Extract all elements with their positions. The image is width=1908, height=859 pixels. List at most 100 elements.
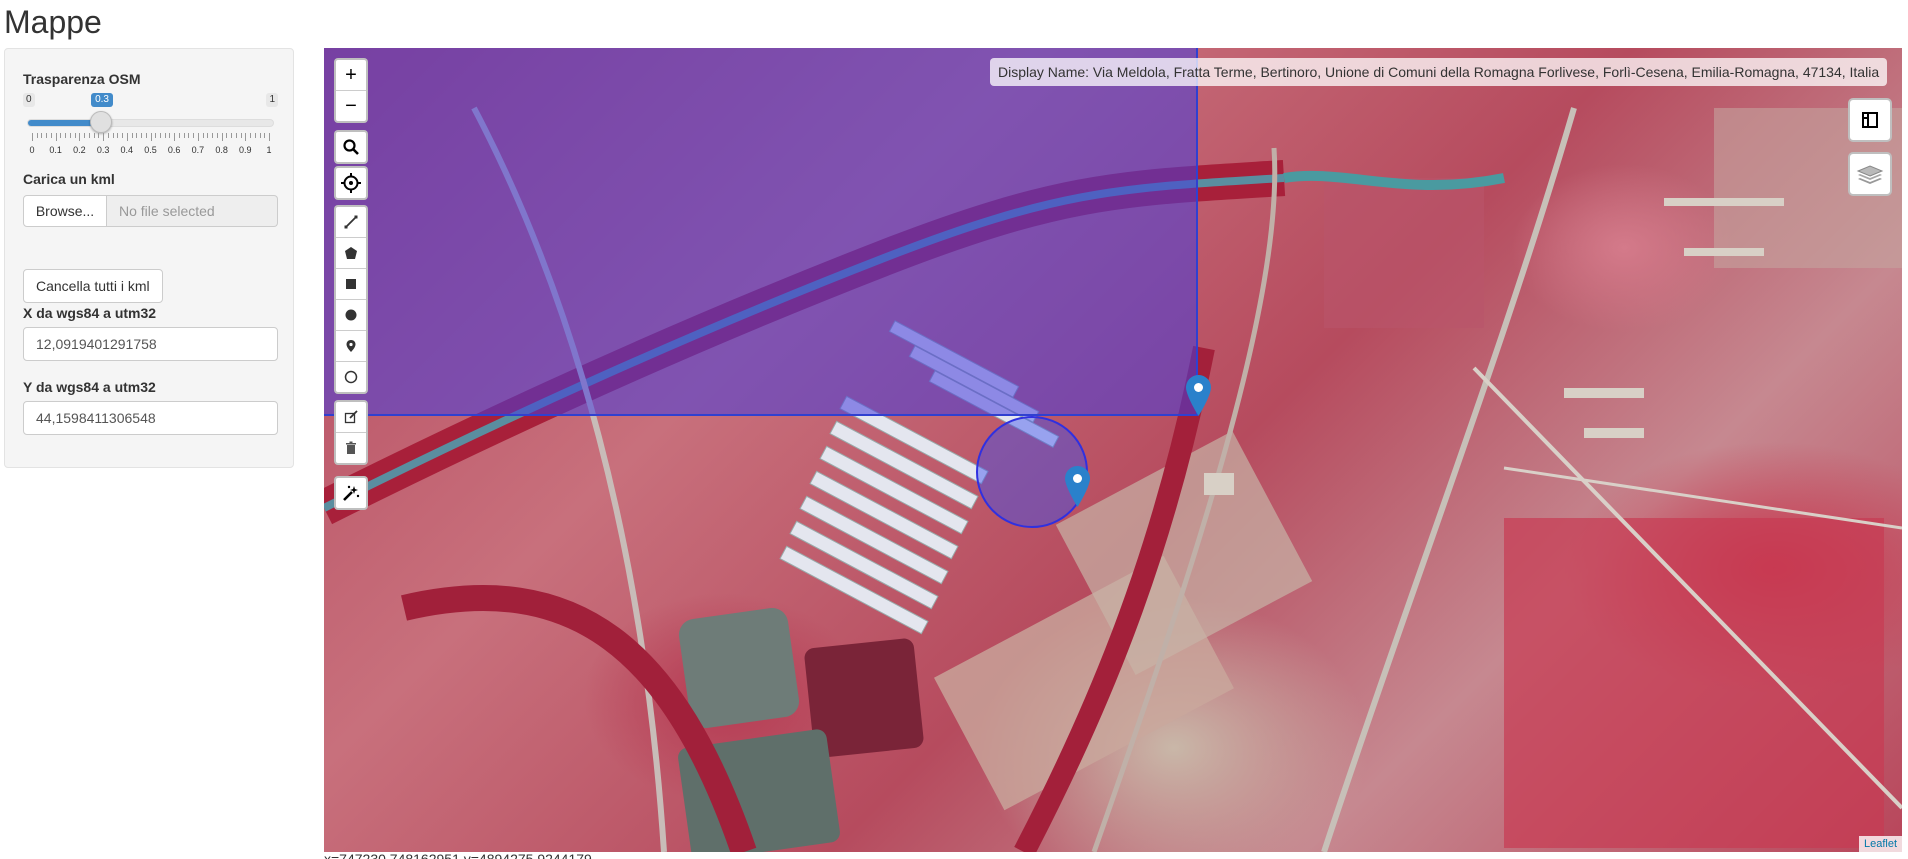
display-name-label: Display Name: Via Meldola, Fratta Terme,… <box>990 58 1888 86</box>
slider-tick <box>145 133 147 138</box>
trash-icon <box>346 441 356 454</box>
search-button[interactable] <box>336 132 366 162</box>
slider-tick <box>259 133 261 138</box>
clear-kml-button[interactable]: Cancella tutti i kml <box>23 269 163 303</box>
draw-polygon-button[interactable] <box>336 238 366 269</box>
slider-tick <box>264 133 266 138</box>
slider-tick <box>32 133 33 141</box>
draw-circlemarker-button[interactable] <box>336 362 366 392</box>
slider-tick <box>112 133 114 138</box>
circlemarker-icon <box>344 370 358 384</box>
slider-tick-label: 0.4 <box>120 145 134 155</box>
zoom-control: + − <box>334 58 368 123</box>
crosshair-icon <box>341 173 361 193</box>
search-icon <box>343 139 359 155</box>
y-input[interactable]: 44,1598411306548 <box>23 401 278 435</box>
polyline-icon <box>344 215 358 229</box>
slider-tick <box>50 133 52 138</box>
slider-tick <box>193 133 195 138</box>
slider-tick <box>103 133 105 141</box>
draw-toolbar <box>334 205 368 394</box>
slider-handle[interactable] <box>90 111 113 133</box>
extra-control <box>334 476 368 510</box>
slider-tick <box>188 133 190 138</box>
slider-tick-label: 0.2 <box>73 145 86 155</box>
slider-tick <box>169 133 171 138</box>
slider-tick <box>136 133 138 138</box>
slider-max-label: 1 <box>266 93 278 107</box>
draw-marker-button[interactable] <box>336 331 366 362</box>
opacity-label: Trasparenza OSM <box>23 71 141 87</box>
fullscreen-button[interactable] <box>1848 98 1892 142</box>
slider-tick <box>164 133 166 138</box>
slider-tick <box>207 133 209 138</box>
layers-button[interactable] <box>1848 152 1892 196</box>
edit-toolbar <box>334 400 368 465</box>
osm-overlay <box>324 48 1198 416</box>
slider-tick-label: 0 <box>29 145 35 155</box>
slider-tick-label: 1 <box>266 145 272 155</box>
kml-label: Carica un kml <box>23 171 115 187</box>
draw-rectangle-button[interactable] <box>336 269 366 300</box>
slider-tick <box>178 133 180 138</box>
x-field-label: X da wgs84 a utm32 <box>23 305 157 321</box>
slider-tick-label: 0.5 <box>144 145 157 155</box>
kml-file-input[interactable]: Browse... No file selected <box>23 195 278 229</box>
opacity-slider[interactable]: 0 1 0.3 0 0.1 0.2 0.3 0.4 0.5 0.6 0.7 0.8 0.9 1 <box>23 89 278 164</box>
slider-tick <box>183 133 185 138</box>
draw-polyline-button[interactable] <box>336 207 366 238</box>
slider-tick <box>155 133 157 138</box>
coordinates-readout: x=747230.748162951 y=4894275.9244179 <box>324 852 592 859</box>
slider-tick <box>231 133 233 138</box>
slider-tick <box>269 133 270 141</box>
slider-value-label: 0.3 <box>91 93 113 107</box>
slider-tick <box>69 133 71 138</box>
slider-tick <box>202 133 204 138</box>
delete-layers-button[interactable] <box>336 433 366 463</box>
attribution[interactable]: Leaflet <box>1858 836 1902 852</box>
slider-tick <box>55 133 57 141</box>
slider-tick <box>150 133 152 141</box>
zoom-out-button[interactable]: − <box>336 91 366 121</box>
slider-tick <box>245 133 247 141</box>
map-marker-icon[interactable] <box>1186 375 1211 416</box>
map-view[interactable]: + − Display Name: Via Meldola, Fratta Te… <box>324 48 1902 852</box>
page-title: Mappe <box>4 4 102 40</box>
zoom-in-button[interactable]: + <box>336 60 366 91</box>
slider-tick <box>131 133 133 138</box>
layers-icon <box>1856 165 1884 184</box>
slider-tick <box>98 133 100 138</box>
magic-wand-button[interactable] <box>336 478 366 508</box>
slider-tick-label: 0.3 <box>96 145 110 155</box>
slider-tick <box>141 133 143 138</box>
slider-tick-label: 0.9 <box>239 145 252 155</box>
fullscreen-icon <box>1862 112 1878 128</box>
slider-tick <box>74 133 76 138</box>
slider-tick <box>240 133 242 138</box>
slider-tick-label: 0.6 <box>167 145 181 155</box>
edit-layers-button[interactable] <box>336 402 366 433</box>
slider-tick <box>36 133 38 138</box>
slider-tick <box>221 133 223 141</box>
slider-tick <box>41 133 43 138</box>
polygon-icon <box>345 247 357 259</box>
browse-button[interactable]: Browse... <box>23 195 107 227</box>
sidebar-panel: Trasparenza OSM 0 1 0.3 0 0.1 0.2 0.3 0.4 0.5… <box>4 48 294 468</box>
locate-control <box>334 166 368 200</box>
slider-tick <box>126 133 128 141</box>
slider-track[interactable] <box>27 119 274 127</box>
draw-circle-button[interactable] <box>336 300 366 331</box>
slider-tick <box>107 133 109 138</box>
slider-tick <box>79 133 81 141</box>
map-marker-icon[interactable] <box>1065 466 1090 507</box>
slider-tick <box>88 133 90 138</box>
slider-tick <box>197 133 199 141</box>
edit-icon <box>344 410 358 424</box>
marker-icon <box>346 340 356 352</box>
locate-button[interactable] <box>336 168 366 198</box>
slider-tick-label: 0.1 <box>49 145 62 155</box>
circle-icon <box>345 309 357 321</box>
x-input[interactable]: 12,0919401291758 <box>23 327 278 361</box>
slider-min-label: 0 <box>23 93 35 107</box>
slider-tick <box>60 133 62 138</box>
